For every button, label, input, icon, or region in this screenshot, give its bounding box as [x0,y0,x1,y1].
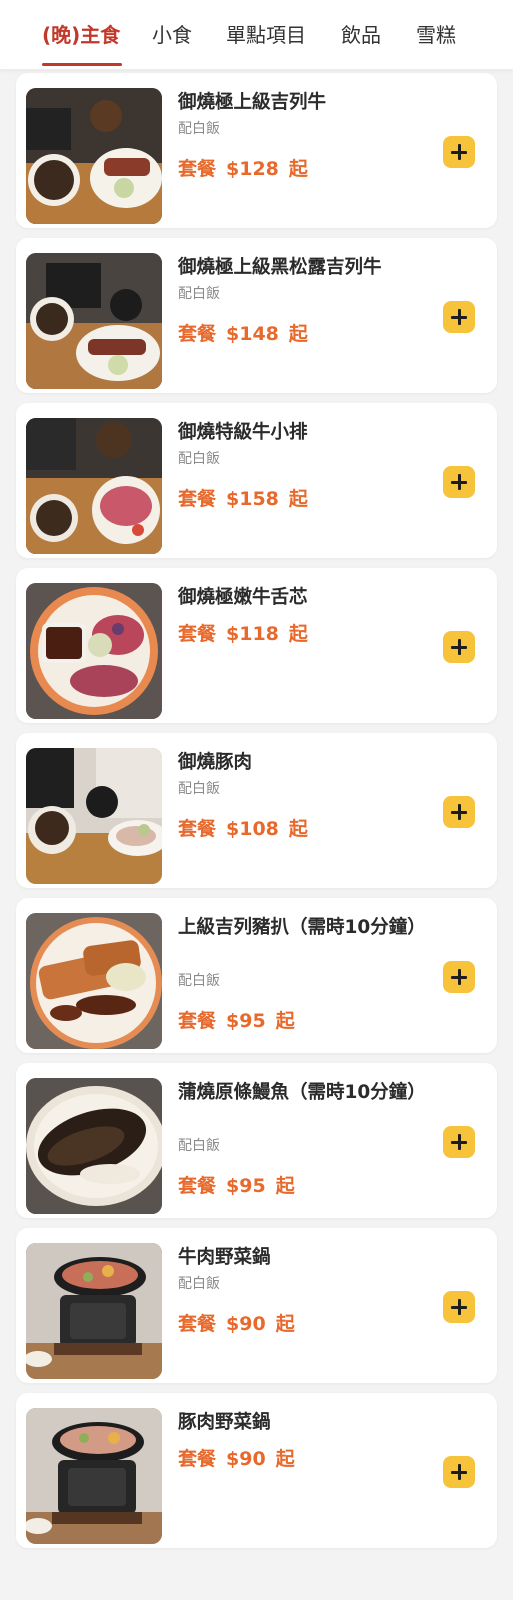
dish-price: 套餐 $90 起 [178,1445,295,1473]
price-label: 套餐 [178,818,217,840]
price-amount: $108 [226,818,279,840]
menu-item-card[interactable]: 蒲燒原條鰻魚（需時10分鐘） 配白飯 套餐 $95 起 [16,1063,497,1218]
dish-subtitle: 配白飯 [178,286,220,302]
menu-item-card[interactable]: 豚肉野菜鍋 套餐 $90 起 [16,1393,497,1548]
add-to-cart-button[interactable] [443,961,475,993]
pork-set-image [26,748,162,884]
active-tab-indicator [42,63,122,66]
pork-cutlet-image [26,913,162,1049]
dish-photo [26,748,162,884]
dish-photo [26,253,162,389]
price-label: 套餐 [178,623,217,645]
menu-item-card[interactable]: 御燒特級牛小排 配白飯 套餐 $158 起 [16,403,497,558]
dish-price: 套餐 $148 起 [178,320,308,348]
menu-item-card[interactable]: 御燒極上級吉列牛 配白飯 套餐 $128 起 [16,73,497,228]
price-label: 套餐 [178,1175,217,1197]
tab-snacks[interactable]: 小食 [152,20,192,50]
price-amount: $90 [226,1313,266,1335]
add-to-cart-button[interactable] [443,631,475,663]
dish-subtitle: 配白飯 [178,121,220,137]
tab-drinks[interactable]: 飲品 [341,20,381,50]
add-to-cart-button[interactable] [443,301,475,333]
dish-price: 套餐 $90 起 [178,1310,295,1338]
price-label: 套餐 [178,1313,217,1335]
price-label: 套餐 [178,488,217,510]
dish-price: 套餐 $158 起 [178,485,308,513]
dish-photo [26,1408,162,1544]
dish-photo [26,418,162,554]
dish-price: 套餐 $95 起 [178,1172,295,1200]
dish-price: 套餐 $95 起 [178,1007,295,1035]
menu-item-card[interactable]: 御燒極嫩牛舌芯 套餐 $118 起 [16,568,497,723]
dish-name: 蒲燒原條鰻魚（需時10分鐘） [178,1082,426,1103]
add-to-cart-button[interactable] [443,796,475,828]
menu-item-card[interactable]: 御燒極上級黑松露吉列牛 配白飯 套餐 $148 起 [16,238,497,393]
dish-subtitle: 配白飯 [178,451,220,467]
price-amount: $95 [226,1175,266,1197]
dish-name: 御燒極嫩牛舌芯 [178,587,308,608]
price-suffix: 起 [275,1448,295,1470]
dish-photo [26,913,162,1049]
tab-a-la-carte[interactable]: 單點項目 [226,20,306,50]
dish-photo [26,88,162,224]
dish-name: 御燒特級牛小排 [178,422,308,443]
price-suffix: 起 [275,1010,295,1032]
add-to-cart-button[interactable] [443,1456,475,1488]
dish-price: 套餐 $108 起 [178,815,308,843]
beef-cutlet-set-image [26,88,162,224]
price-suffix: 起 [288,488,308,510]
dish-subtitle: 配白飯 [178,1276,220,1292]
dish-name: 御燒極上級吉列牛 [178,92,327,113]
dish-price: 套餐 $128 起 [178,155,308,183]
eel-rice-image [26,1078,162,1214]
price-label: 套餐 [178,158,217,180]
price-label: 套餐 [178,1448,217,1470]
category-tab-bar: (晚)主食 小食 單點項目 飲品 雪糕 [0,0,513,70]
pork-hotpot-image [26,1408,162,1544]
dish-photo [26,1243,162,1379]
price-amount: $118 [226,623,279,645]
dish-name: 御燒極上級黑松露吉列牛 [178,257,382,278]
truffle-beef-cutlet-set-image [26,253,162,389]
price-suffix: 起 [275,1175,295,1197]
menu-item-card[interactable]: 牛肉野菜鍋 配白飯 套餐 $90 起 [16,1228,497,1383]
price-amount: $148 [226,323,279,345]
price-suffix: 起 [288,623,308,645]
price-suffix: 起 [288,323,308,345]
price-amount: $128 [226,158,279,180]
price-label: 套餐 [178,1010,217,1032]
price-amount: $158 [226,488,279,510]
dish-name: 上級吉列豬扒（需時10分鐘） [178,917,426,938]
add-to-cart-button[interactable] [443,136,475,168]
dish-name: 豚肉野菜鍋 [178,1412,271,1433]
price-suffix: 起 [288,158,308,180]
menu-item-card[interactable]: 御燒豚肉 配白飯 套餐 $108 起 [16,733,497,888]
dish-photo [26,583,162,719]
short-rib-set-image [26,418,162,554]
tab-ice-cream[interactable]: 雪糕 [416,20,456,50]
price-suffix: 起 [275,1313,295,1335]
add-to-cart-button[interactable] [443,1291,475,1323]
dish-name: 御燒豚肉 [178,752,253,773]
add-to-cart-button[interactable] [443,1126,475,1158]
dish-subtitle: 配白飯 [178,1138,220,1154]
beef-hotpot-image [26,1243,162,1379]
price-label: 套餐 [178,323,217,345]
menu-item-card[interactable]: 上級吉列豬扒（需時10分鐘） 配白飯 套餐 $95 起 [16,898,497,1053]
price-suffix: 起 [288,818,308,840]
price-amount: $95 [226,1010,266,1032]
dish-price: 套餐 $118 起 [178,620,308,648]
dish-name: 牛肉野菜鍋 [178,1247,271,1268]
dish-photo [26,1078,162,1214]
dish-subtitle: 配白飯 [178,781,220,797]
add-to-cart-button[interactable] [443,466,475,498]
beef-tongue-plate-image [26,583,162,719]
price-amount: $90 [226,1448,266,1470]
dish-subtitle: 配白飯 [178,973,220,989]
tab-dinner-mains[interactable]: (晚)主食 [42,20,120,50]
